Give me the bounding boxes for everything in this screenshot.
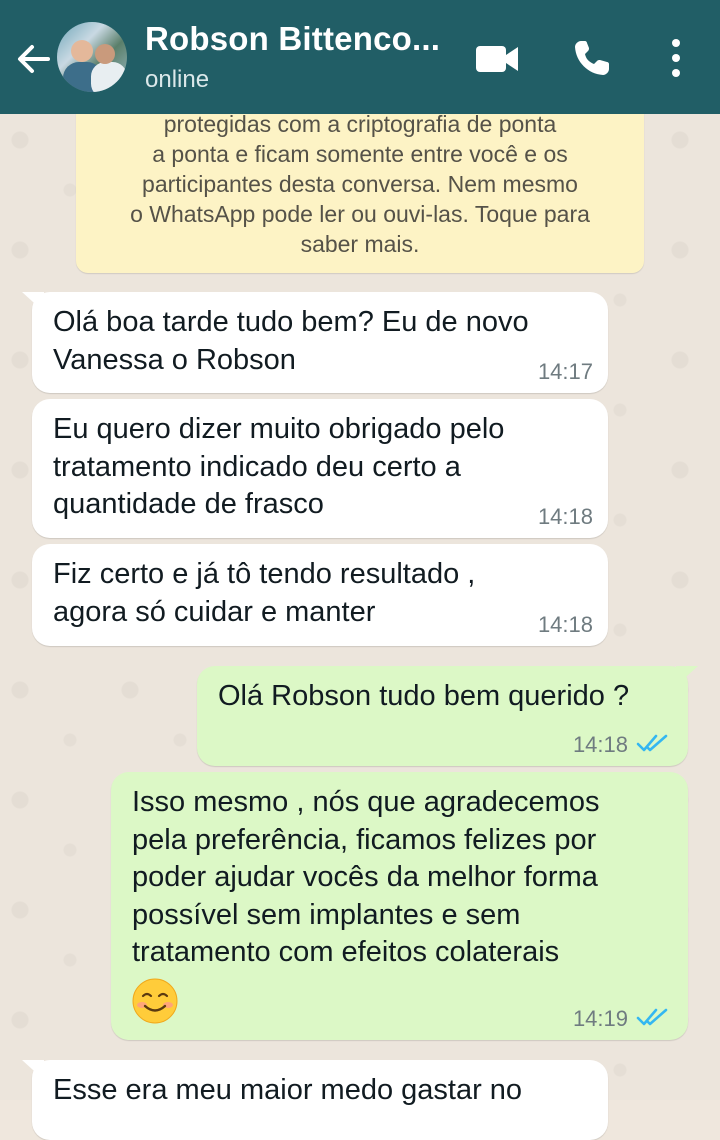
message-text: Esse era meu maior medo gastar no <box>53 1074 523 1106</box>
outgoing-message[interactable]: Olá Robson tudo bem querido ? 14:18 <box>197 666 698 766</box>
incoming-message[interactable]: Esse era meu maior medo gastar no <box>22 1060 608 1140</box>
smiling-face-with-blush-icon <box>132 978 178 1023</box>
video-camera-icon[interactable] <box>474 40 520 78</box>
outgoing-message[interactable]: Isso mesmo , nós que agradecemos pela pr… <box>111 772 688 1040</box>
phone-icon[interactable] <box>572 38 612 78</box>
bubble-tail <box>22 292 44 312</box>
message-text: Eu quero dizer muito obrigado pelo trata… <box>53 413 505 520</box>
message-time: 14:19 <box>572 1006 628 1031</box>
encryption-notice[interactable]: protegidas com a criptografia de ponta a… <box>76 96 644 273</box>
contact-status: online <box>145 66 210 93</box>
back-arrow-icon[interactable] <box>12 38 54 80</box>
message-time: 14:18 <box>537 504 593 529</box>
message-time: 14:18 <box>572 732 628 757</box>
bubble-tail <box>676 666 698 686</box>
incoming-message[interactable]: Olá boa tarde tudo bem? Eu de novo Vanes… <box>22 292 608 393</box>
double-check-icon <box>636 734 668 752</box>
encryption-notice-text: protegidas com a criptografia de ponta a… <box>130 111 590 257</box>
message-time: 14:17 <box>537 359 593 384</box>
message-text: Fiz certo e já tô tendo resultado , agor… <box>53 558 476 628</box>
contact-name[interactable]: Robson Bittenco... <box>145 20 445 58</box>
kebab-menu-icon[interactable] <box>664 36 688 80</box>
message-text: Olá boa tarde tudo bem? Eu de novo Vanes… <box>53 306 529 376</box>
double-check-icon <box>636 1008 668 1026</box>
incoming-message[interactable]: Eu quero dizer muito obrigado pelo trata… <box>32 399 608 538</box>
message-text: Isso mesmo , nós que agradecemos pela pr… <box>132 784 599 1034</box>
avatar[interactable] <box>57 22 127 92</box>
bubble-tail <box>22 1060 44 1080</box>
message-time: 14:18 <box>537 612 593 637</box>
incoming-message[interactable]: Fiz certo e já tô tendo resultado , agor… <box>32 544 608 646</box>
message-text: Olá Robson tudo bem querido ? <box>218 680 630 712</box>
chat-header: Robson Bittenco... online <box>0 0 720 114</box>
